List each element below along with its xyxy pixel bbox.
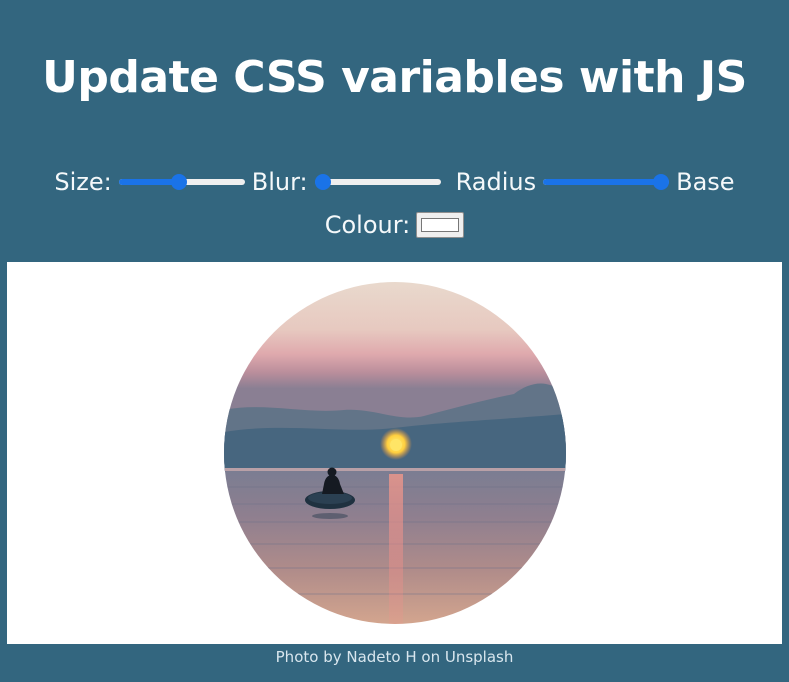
radius-slider-thumb[interactable] [653, 174, 670, 190]
blur-slider-thumb[interactable] [314, 174, 331, 190]
blur-slider[interactable] [314, 174, 441, 190]
blur-slider-track [314, 179, 441, 185]
image-frame [7, 262, 782, 644]
radius-slider-fill [543, 179, 662, 185]
sunset-photo-graphic [224, 282, 566, 624]
page: Update CSS variables with JS Size: Blur: R… [0, 0, 789, 682]
blur-label: Blur: [251, 168, 308, 196]
sunset-photo [224, 282, 566, 624]
radius-slider[interactable] [543, 174, 670, 190]
controls-panel: Size: Blur: Radius Base Colour: [30, 160, 759, 246]
base-label: Base [676, 168, 735, 196]
size-slider[interactable] [118, 174, 245, 190]
size-label: Size: [54, 168, 112, 196]
base-colour-picker[interactable] [416, 212, 465, 238]
photo-credit: Photo by Nadeto H on Unsplash [275, 648, 514, 666]
size-slider-fill [118, 179, 180, 185]
page-title: Update CSS variables with JS [42, 52, 747, 103]
size-slider-thumb[interactable] [171, 174, 188, 190]
radius-label: Radius [455, 168, 537, 196]
colour-label: Colour: [324, 211, 411, 239]
base-colour-swatch [421, 218, 460, 232]
